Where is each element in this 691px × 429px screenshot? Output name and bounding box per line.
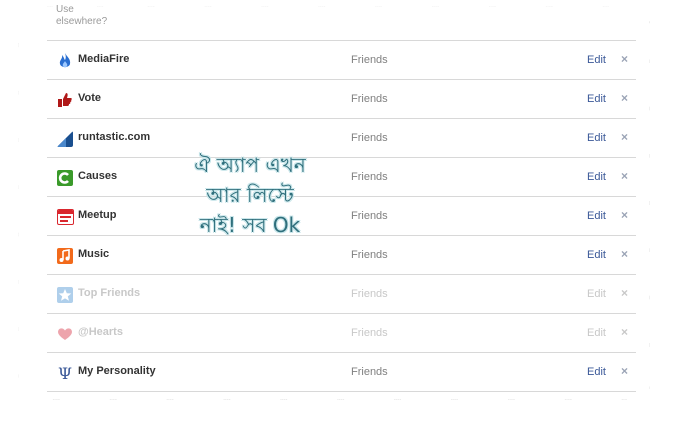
annotation-overlay: ঐ অ্যাপ এখন আর লিস্টে নাই! সব Ok: [170, 150, 330, 240]
apps-list: MediaFire Friends Edit × Vote Friends Ed…: [47, 40, 636, 392]
privacy-setting[interactable]: Friends: [351, 366, 388, 378]
app-name: Meetup: [78, 209, 117, 221]
music-note-icon: [57, 248, 73, 264]
privacy-setting[interactable]: Friends: [351, 171, 388, 183]
meetup-icon: [57, 209, 74, 225]
remove-icon[interactable]: ×: [621, 208, 628, 222]
remove-icon[interactable]: ×: [621, 364, 628, 378]
edit-link[interactable]: Edit: [587, 93, 606, 105]
remove-icon[interactable]: ×: [621, 286, 628, 300]
privacy-setting[interactable]: Friends: [351, 249, 388, 261]
annotation-line-3: নাই! সব Ok: [199, 213, 301, 237]
privacy-setting[interactable]: Friends: [351, 288, 388, 300]
heart-icon: [57, 326, 73, 342]
remove-icon[interactable]: ×: [621, 325, 628, 339]
privacy-setting[interactable]: Friends: [351, 210, 388, 222]
app-name: @Hearts: [78, 326, 123, 338]
privacy-setting[interactable]: Friends: [351, 93, 388, 105]
app-row-music: Music Friends Edit ×: [47, 236, 636, 275]
app-name: runtastic.com: [78, 131, 151, 143]
edit-link[interactable]: Edit: [587, 327, 606, 339]
app-row-meetup: Meetup Friends Edit ×: [47, 197, 636, 236]
remove-icon[interactable]: ×: [621, 247, 628, 261]
app-row-top-friends: Top Friends Friends Edit ×: [47, 275, 636, 314]
app-row-runtastic: runtastic.com Friends Edit ×: [47, 119, 636, 158]
flame-icon: [57, 53, 73, 69]
psi-icon: Ψ: [57, 365, 73, 381]
app-name: Music: [78, 248, 110, 260]
remove-icon[interactable]: ×: [621, 169, 628, 183]
privacy-setting[interactable]: Friends: [351, 327, 388, 339]
app-row-mediafire: MediaFire Friends Edit ×: [47, 41, 636, 80]
edit-link[interactable]: Edit: [587, 171, 606, 183]
truncated-text-line2: elsewhere?: [56, 16, 108, 27]
app-name: My Personality: [78, 365, 156, 377]
privacy-setting[interactable]: Friends: [351, 54, 388, 66]
app-row-my-personality: Ψ My Personality Friends Edit ×: [47, 353, 636, 392]
edit-link[interactable]: Edit: [587, 249, 606, 261]
truncated-text-line1: Use: [56, 4, 74, 15]
app-name: Vote: [78, 92, 102, 104]
remove-icon[interactable]: ×: [621, 130, 628, 144]
truncated-question: Use elsewhere?: [56, 4, 107, 28]
remove-icon[interactable]: ×: [621, 91, 628, 105]
edit-link[interactable]: Edit: [587, 210, 606, 222]
app-name: Top Friends: [78, 287, 141, 299]
app-row-vote: Vote Friends Edit ×: [47, 80, 636, 119]
app-name: Causes: [78, 170, 118, 182]
remove-icon[interactable]: ×: [621, 52, 628, 66]
app-row-causes: Causes Friends Edit ×: [47, 158, 636, 197]
star-icon: [57, 287, 73, 303]
privacy-setting[interactable]: Friends: [351, 132, 388, 144]
edit-link[interactable]: Edit: [587, 366, 606, 378]
edit-link[interactable]: Edit: [587, 54, 606, 66]
causes-icon: [57, 170, 73, 186]
runtastic-icon: [57, 131, 73, 147]
annotation-line-1: ঐ অ্যাপ এখন: [194, 153, 306, 177]
app-name: MediaFire: [78, 53, 130, 65]
edit-link[interactable]: Edit: [587, 288, 606, 300]
app-row-hearts: @Hearts Friends Edit ×: [47, 314, 636, 353]
annotation-line-2: আর লিস্টে: [206, 183, 294, 207]
edit-link[interactable]: Edit: [587, 132, 606, 144]
thumbs-up-icon: [57, 92, 73, 108]
